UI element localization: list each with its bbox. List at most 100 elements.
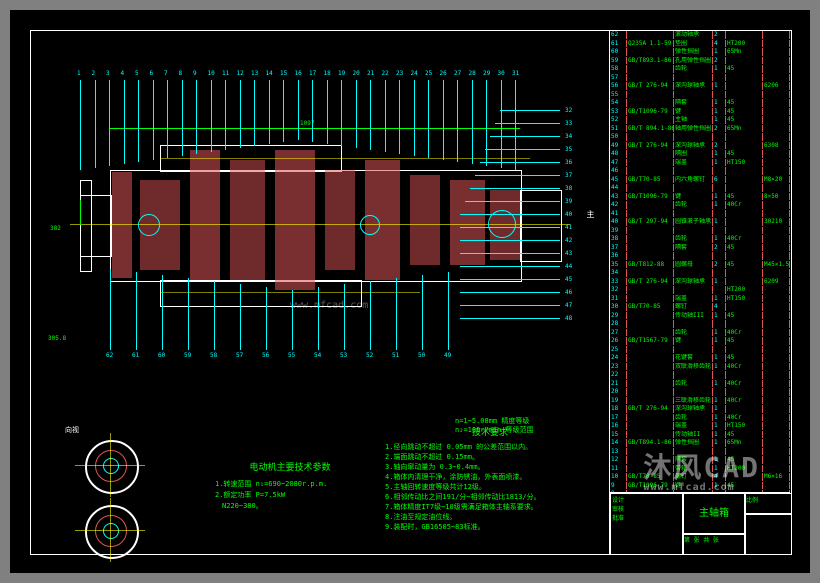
leader-line (225, 80, 226, 150)
bom-row: 50 (610, 133, 790, 142)
part-number: 4 (121, 70, 125, 77)
bom-row: 18GB/T 276-94深沟球轴承 1 (610, 405, 790, 414)
leader-line (460, 305, 560, 306)
leader-line (211, 80, 212, 152)
leader-line (109, 80, 110, 166)
bom-row: 23双联滑移齿轮 140Cr (610, 363, 790, 372)
bom-row: 28 (610, 320, 790, 329)
bom-row: 39 (610, 227, 790, 236)
cad-sheet: 1097 305.8 382 1234567891011121314151617… (10, 10, 810, 573)
leader-line (167, 80, 168, 158)
part-number: 36 (565, 159, 572, 166)
bom-row: 47端盖 1HT150 (610, 159, 790, 168)
leader-line (422, 275, 423, 350)
tech-line: 5.主轴回转速度等级共计12级。 (385, 482, 595, 492)
part-number: 19 (338, 70, 345, 77)
bom-row: 46 (610, 167, 790, 176)
dim-front-flange: 305.8 (48, 335, 66, 342)
watermark-mid: www.mfcad.com (290, 300, 368, 311)
bom-row: 36 (610, 252, 790, 261)
leader-line (283, 80, 284, 142)
leader-line (138, 80, 139, 162)
drawing-title: 主轴箱 (682, 493, 746, 535)
part-number: 35 (565, 146, 572, 153)
bom-row: 37隔套 245 (610, 244, 790, 253)
bom-row: 53GB/T1096-79键 145 (610, 108, 790, 117)
tech-line: 3.轴向窜动量为 0.3~0.4mm。 (385, 462, 595, 472)
leader-line (153, 80, 154, 160)
param-line: n=1~5.08mm 精度等级 (455, 417, 534, 426)
part-number: 51 (392, 352, 399, 359)
bom-row: 17齿轮 140Cr (610, 414, 790, 423)
leader-line (399, 80, 400, 154)
leader-line (269, 80, 270, 144)
part-number: 43 (565, 250, 572, 257)
leader-line (465, 201, 560, 202)
part-number: 37 (565, 172, 572, 179)
bom-row: 40GB/T 297-94圆锥滚子轴承 130210 (610, 218, 790, 227)
leader-line (475, 175, 560, 176)
leader-line (480, 162, 560, 163)
part-number: 47 (565, 302, 572, 309)
part-number: 11 (222, 70, 229, 77)
leader-line (188, 278, 189, 350)
main-section-view: 1097 305.8 382 1234567891011121314151617… (40, 50, 600, 380)
bom-row: 54隔套 145 (610, 99, 790, 108)
part-number: 38 (565, 185, 572, 192)
part-number: 33 (565, 120, 572, 127)
part-number: 6 (150, 70, 154, 77)
bom-row: 35GB/T812-88圆螺母 245M45×1.5 (610, 261, 790, 270)
tech-line: 1.径向跳动不超过 0.05mm 的公差范围以内。 (385, 442, 595, 452)
part-number: 21 (367, 70, 374, 77)
tech-requirements: 技术要求 1.径向跳动不超过 0.05mm 的公差范围以内。2.端面跳动不超过 … (385, 425, 595, 532)
part-number: 14 (266, 70, 273, 77)
part-number: 5 (135, 70, 139, 77)
leader-line (298, 80, 299, 140)
part-number: 29 (483, 70, 490, 77)
leader-line (344, 284, 345, 350)
part-number: 32 (565, 107, 572, 114)
dim-rear: 382 (50, 225, 61, 232)
part-number: 56 (262, 352, 269, 359)
part-number: 18 (324, 70, 331, 77)
leader-line (460, 266, 560, 267)
part-number: 24 (411, 70, 418, 77)
leader-line (515, 80, 516, 170)
bom-row: 24花键套 145 (610, 354, 790, 363)
part-number: 7 (164, 70, 168, 77)
part-number: 9 (193, 70, 197, 77)
leader-line (240, 80, 241, 148)
part-number: 16 (295, 70, 302, 77)
bom-row: 55 (610, 91, 790, 100)
param-line: 2.额定功率 P=7.5kW (215, 490, 365, 501)
leader-line (110, 269, 111, 350)
part-number: 62 (106, 352, 113, 359)
leader-line (470, 188, 560, 189)
params-title: 电动机主要技术参数 (215, 460, 365, 473)
bom-row: 21齿轮 140Cr (610, 380, 790, 389)
tech-line: 4.箱体内清理干净，涂防锈油，外表面喷漆。 (385, 472, 595, 482)
leader-line (457, 80, 458, 162)
bom-row: 48隔圈 145 (610, 150, 790, 159)
part-number: 41 (565, 224, 572, 231)
leader-line (460, 292, 560, 293)
leader-line (341, 80, 342, 146)
leader-line (448, 272, 449, 350)
part-number: 28 (469, 70, 476, 77)
param-line: 1.转速范围 n₁=690~2080r.p.m. (215, 479, 365, 490)
part-number: 13 (251, 70, 258, 77)
part-number: 3 (106, 70, 110, 77)
leader-line (318, 287, 319, 350)
leader-line (214, 281, 215, 350)
bom-row: 15传动轴II 145 (610, 431, 790, 440)
bom-row: 25 (610, 346, 790, 355)
bom-row: 57 (610, 74, 790, 83)
aux-views: 向视 (65, 425, 205, 565)
leader-line (501, 80, 502, 168)
leader-line (240, 284, 241, 350)
leader-line (428, 80, 429, 158)
tech-line: 9.装配时，GB16505~83标准。 (385, 522, 595, 532)
bom-row: 33GB/T 276-94深沟球轴承 16209 (610, 278, 790, 287)
bom-row: 58齿轮 145 (610, 65, 790, 74)
part-number: 10 (208, 70, 215, 77)
